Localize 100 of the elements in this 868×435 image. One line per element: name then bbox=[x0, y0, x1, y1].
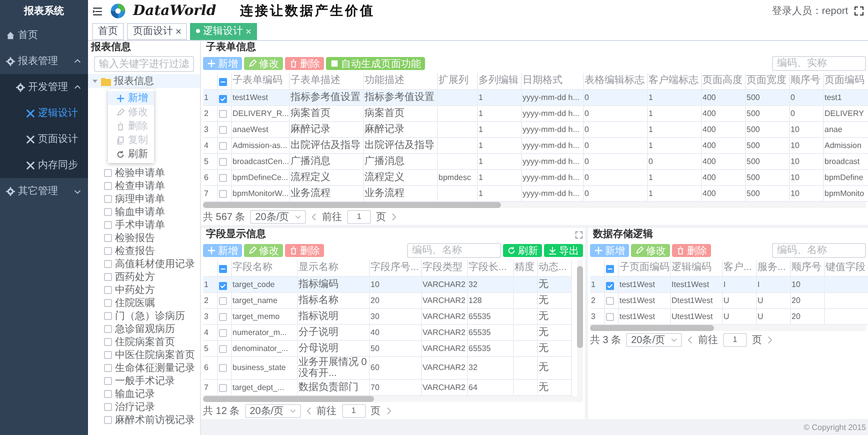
tree-root[interactable]: 报表信息 bbox=[88, 74, 200, 88]
tree-item[interactable]: 中医住院病案首页 bbox=[88, 348, 200, 361]
page-input[interactable]: 1 bbox=[723, 332, 748, 346]
row-checkbox[interactable] bbox=[218, 364, 226, 372]
row-checkbox[interactable] bbox=[218, 344, 226, 352]
tree-item[interactable]: 输血申请单 bbox=[88, 205, 200, 218]
page-size-select[interactable]: 20条/页 bbox=[250, 210, 306, 224]
tree-item[interactable]: 治疗记录 bbox=[88, 400, 200, 413]
row-checkbox[interactable] bbox=[218, 190, 226, 198]
tree-item[interactable]: 西药处方 bbox=[88, 270, 200, 283]
tree-item[interactable]: 检验申请单 bbox=[88, 166, 200, 179]
horizontal-scrollbar[interactable] bbox=[203, 202, 866, 208]
row-checkbox[interactable] bbox=[218, 296, 226, 304]
next-page-icon[interactable] bbox=[767, 336, 774, 344]
tree-item[interactable]: 手术申请单 bbox=[88, 218, 200, 231]
edit-button[interactable]: 修改 bbox=[244, 244, 283, 257]
row-checkbox[interactable] bbox=[218, 174, 226, 182]
row-checkbox[interactable] bbox=[606, 296, 614, 304]
tree-item[interactable]: 麻醉术前访视记录 bbox=[88, 413, 200, 426]
row-checkbox[interactable] bbox=[218, 142, 226, 150]
close-icon[interactable] bbox=[176, 28, 181, 34]
row-checkbox[interactable] bbox=[218, 158, 226, 166]
sidebar-item[interactable]: 页面设计 bbox=[0, 126, 88, 152]
menu-item[interactable]: 新增 bbox=[108, 91, 154, 105]
tree-item[interactable]: 高值耗材使用记录 bbox=[88, 257, 200, 270]
row-checkbox[interactable] bbox=[218, 110, 226, 118]
select-all-checkbox[interactable] bbox=[218, 265, 226, 273]
tab[interactable]: 逻辑设计 bbox=[190, 22, 257, 40]
tree-checkbox[interactable] bbox=[104, 194, 112, 202]
row-checkbox[interactable] bbox=[218, 282, 226, 290]
tree-checkbox[interactable] bbox=[104, 350, 112, 358]
sidebar-item[interactable]: 报表管理 bbox=[0, 48, 88, 74]
previous-page-icon[interactable] bbox=[687, 336, 694, 344]
next-page-icon[interactable] bbox=[391, 212, 398, 220]
row-checkbox[interactable] bbox=[606, 312, 614, 320]
tree-item[interactable]: 中药处方 bbox=[88, 283, 200, 296]
edit-button[interactable]: 修改 bbox=[244, 57, 283, 70]
row-checkbox[interactable] bbox=[218, 328, 226, 336]
tree-checkbox[interactable] bbox=[104, 234, 112, 242]
tree-checkbox[interactable] bbox=[104, 182, 112, 190]
fullscreen-icon[interactable] bbox=[854, 6, 864, 16]
tree-checkbox[interactable] bbox=[104, 376, 112, 384]
export-button[interactable]: 导出 bbox=[544, 244, 583, 257]
page-input[interactable]: 1 bbox=[342, 404, 366, 418]
tree-checkbox[interactable] bbox=[104, 260, 112, 268]
edit-button[interactable]: 修改 bbox=[631, 244, 670, 257]
sidebar-item[interactable]: 逻辑设计 bbox=[0, 100, 88, 126]
tree-item[interactable]: 病理申请单 bbox=[88, 192, 200, 205]
sidebar-item[interactable]: 首页 bbox=[0, 22, 88, 48]
tree-checkbox[interactable] bbox=[104, 298, 112, 306]
tree-checkbox[interactable] bbox=[104, 168, 112, 176]
next-page-icon[interactable] bbox=[386, 406, 392, 414]
row-checkbox[interactable] bbox=[218, 94, 226, 102]
refresh-button[interactable]: 刷新 bbox=[503, 244, 542, 257]
tree-item[interactable]: 急诊留观病历 bbox=[88, 322, 200, 335]
delete-button[interactable]: 删除 bbox=[285, 244, 324, 257]
vertical-scrollbar[interactable] bbox=[577, 260, 583, 396]
tree-checkbox[interactable] bbox=[104, 402, 112, 410]
tree-checkbox[interactable] bbox=[104, 272, 112, 280]
tree-item[interactable]: 门（急）诊病历 bbox=[88, 309, 200, 322]
tree-checkbox[interactable] bbox=[104, 286, 112, 294]
tree-item[interactable]: 住院医嘱 bbox=[88, 296, 200, 309]
row-checkbox[interactable] bbox=[606, 282, 614, 290]
add-button[interactable]: 新增 bbox=[203, 57, 242, 70]
horizontal-scrollbar[interactable] bbox=[590, 325, 866, 331]
tree-checkbox[interactable] bbox=[104, 390, 112, 398]
tree-item[interactable]: 检验报告 bbox=[88, 231, 200, 244]
tree-checkbox[interactable] bbox=[104, 416, 112, 424]
filter-field[interactable]: 输入关键字进行过滤 bbox=[94, 56, 194, 72]
tab[interactable]: 页面设计 bbox=[127, 22, 187, 40]
tree-item[interactable]: 检查申请单 bbox=[88, 179, 200, 192]
sidebar-item[interactable]: 内存同步 bbox=[0, 152, 88, 178]
delete-button[interactable]: 删除 bbox=[285, 57, 324, 70]
tree-checkbox[interactable] bbox=[104, 324, 112, 332]
tree-item[interactable]: 输血记录 bbox=[88, 387, 200, 400]
add-button[interactable]: 新增 bbox=[590, 244, 629, 257]
tab[interactable]: 首页 bbox=[92, 22, 124, 40]
tree-checkbox[interactable] bbox=[104, 364, 112, 372]
search-field[interactable]: 编码、名称 bbox=[772, 243, 866, 258]
search-field[interactable]: 编码、实称 bbox=[772, 56, 866, 71]
tree-item[interactable]: 检查报告 bbox=[88, 244, 200, 257]
page-size-select[interactable]: 20条/页 bbox=[626, 332, 682, 346]
search-field[interactable]: 编码、名称 bbox=[407, 243, 501, 258]
page-input[interactable]: 1 bbox=[347, 210, 372, 224]
sidebar-item[interactable]: 其它管理 bbox=[0, 178, 88, 204]
previous-page-icon[interactable] bbox=[311, 212, 318, 220]
row-checkbox[interactable] bbox=[218, 126, 226, 134]
tree-item[interactable]: 生命体征测量记录 bbox=[88, 361, 200, 374]
horizontal-scrollbar[interactable] bbox=[203, 396, 583, 402]
sidebar-item[interactable]: 开发管理 bbox=[0, 74, 88, 100]
select-all-checkbox[interactable] bbox=[606, 265, 614, 273]
tree-item[interactable]: 住院病案首页 bbox=[88, 335, 200, 348]
previous-page-icon[interactable] bbox=[306, 406, 312, 414]
row-checkbox[interactable] bbox=[218, 312, 226, 320]
caret-icon[interactable] bbox=[92, 78, 98, 84]
generate-button[interactable]: 自动生成页面功能 bbox=[326, 57, 425, 70]
tree-checkbox[interactable] bbox=[104, 208, 112, 216]
tree-checkbox[interactable] bbox=[104, 338, 112, 346]
row-checkbox[interactable] bbox=[218, 384, 226, 392]
tree-checkbox[interactable] bbox=[104, 246, 112, 254]
